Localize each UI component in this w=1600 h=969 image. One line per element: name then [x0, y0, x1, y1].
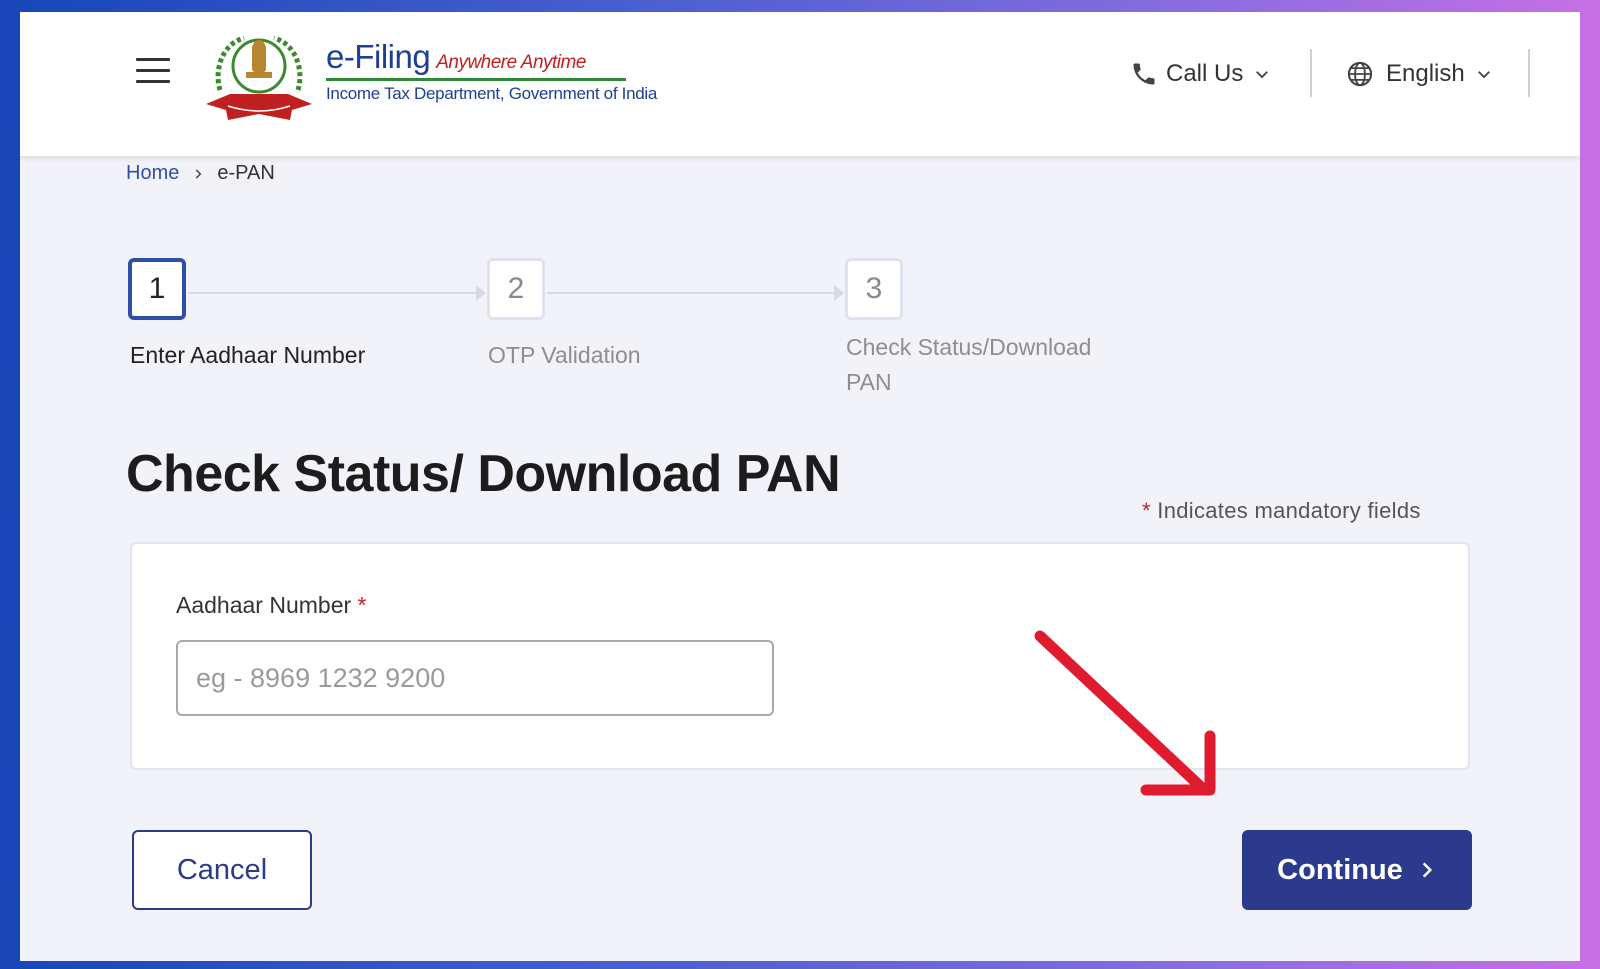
step-connector	[188, 292, 478, 294]
mandatory-note: * Indicates mandatory fields	[1142, 498, 1421, 524]
chevron-down-icon	[1256, 71, 1269, 79]
continue-button[interactable]: Continue	[1242, 830, 1472, 910]
language-dropdown[interactable]: English	[1346, 56, 1493, 92]
hamburger-menu-icon[interactable]	[136, 58, 170, 84]
step-1-indicator: 1	[128, 258, 186, 320]
step-2-indicator: 2	[487, 258, 545, 320]
chevron-down-icon	[1477, 71, 1490, 79]
step-connector	[547, 292, 837, 294]
header-separator	[1528, 49, 1530, 97]
aadhaar-number-input[interactable]	[176, 640, 774, 716]
site-header: e-Filing Anywhere Anytime Income Tax Depa…	[20, 12, 1580, 156]
brand-tagline: Anywhere Anytime	[436, 52, 586, 73]
step-connector-arrow	[476, 285, 486, 301]
phone-icon	[1133, 63, 1155, 85]
header-separator	[1310, 49, 1312, 97]
aadhaar-form-card: Aadhaar Number *	[130, 542, 1470, 770]
mandatory-note-text: Indicates mandatory fields	[1157, 498, 1421, 523]
page-frame: e-Filing Anywhere Anytime Income Tax Depa…	[20, 12, 1580, 961]
income-tax-department-emblem-icon[interactable]	[200, 30, 318, 122]
globe-icon	[1347, 61, 1373, 87]
aadhaar-field-label: Aadhaar Number *	[176, 592, 367, 619]
step-1-label: Enter Aadhaar Number	[130, 342, 366, 368]
page-title: Check Status/ Download PAN	[126, 445, 841, 503]
step-3-indicator: 3	[845, 258, 903, 320]
step-connector-arrow	[834, 285, 844, 301]
chevron-right-icon	[196, 168, 202, 179]
brand-title: e-Filing Anywhere Anytime	[326, 38, 586, 75]
aadhaar-label-text: Aadhaar Number	[176, 592, 352, 618]
breadcrumb: Home e-PAN	[126, 162, 275, 185]
breadcrumb-current: e-PAN	[217, 162, 275, 184]
language-label: English	[1386, 60, 1465, 87]
cancel-button[interactable]: Cancel	[132, 830, 312, 910]
brand-block[interactable]: e-Filing Anywhere Anytime Income Tax Depa…	[326, 38, 658, 108]
required-star: *	[357, 592, 367, 618]
step-2-label: OTP Validation	[488, 342, 641, 368]
brand-subtitle: Income Tax Department, Government of Ind…	[326, 84, 658, 103]
call-us-dropdown[interactable]: Call Us	[1130, 56, 1271, 92]
continue-label: Continue	[1277, 853, 1403, 886]
call-us-label: Call Us	[1166, 60, 1244, 87]
brand-divider	[326, 78, 626, 81]
step-3-label: Check Status/Download PAN	[846, 330, 1091, 400]
step-3-label-line2: PAN	[846, 369, 892, 395]
chevron-right-icon	[1422, 862, 1432, 878]
step-3-label-line1: Check Status/Download	[846, 334, 1092, 360]
required-star: *	[1142, 498, 1151, 523]
breadcrumb-home-link[interactable]: Home	[126, 162, 179, 185]
